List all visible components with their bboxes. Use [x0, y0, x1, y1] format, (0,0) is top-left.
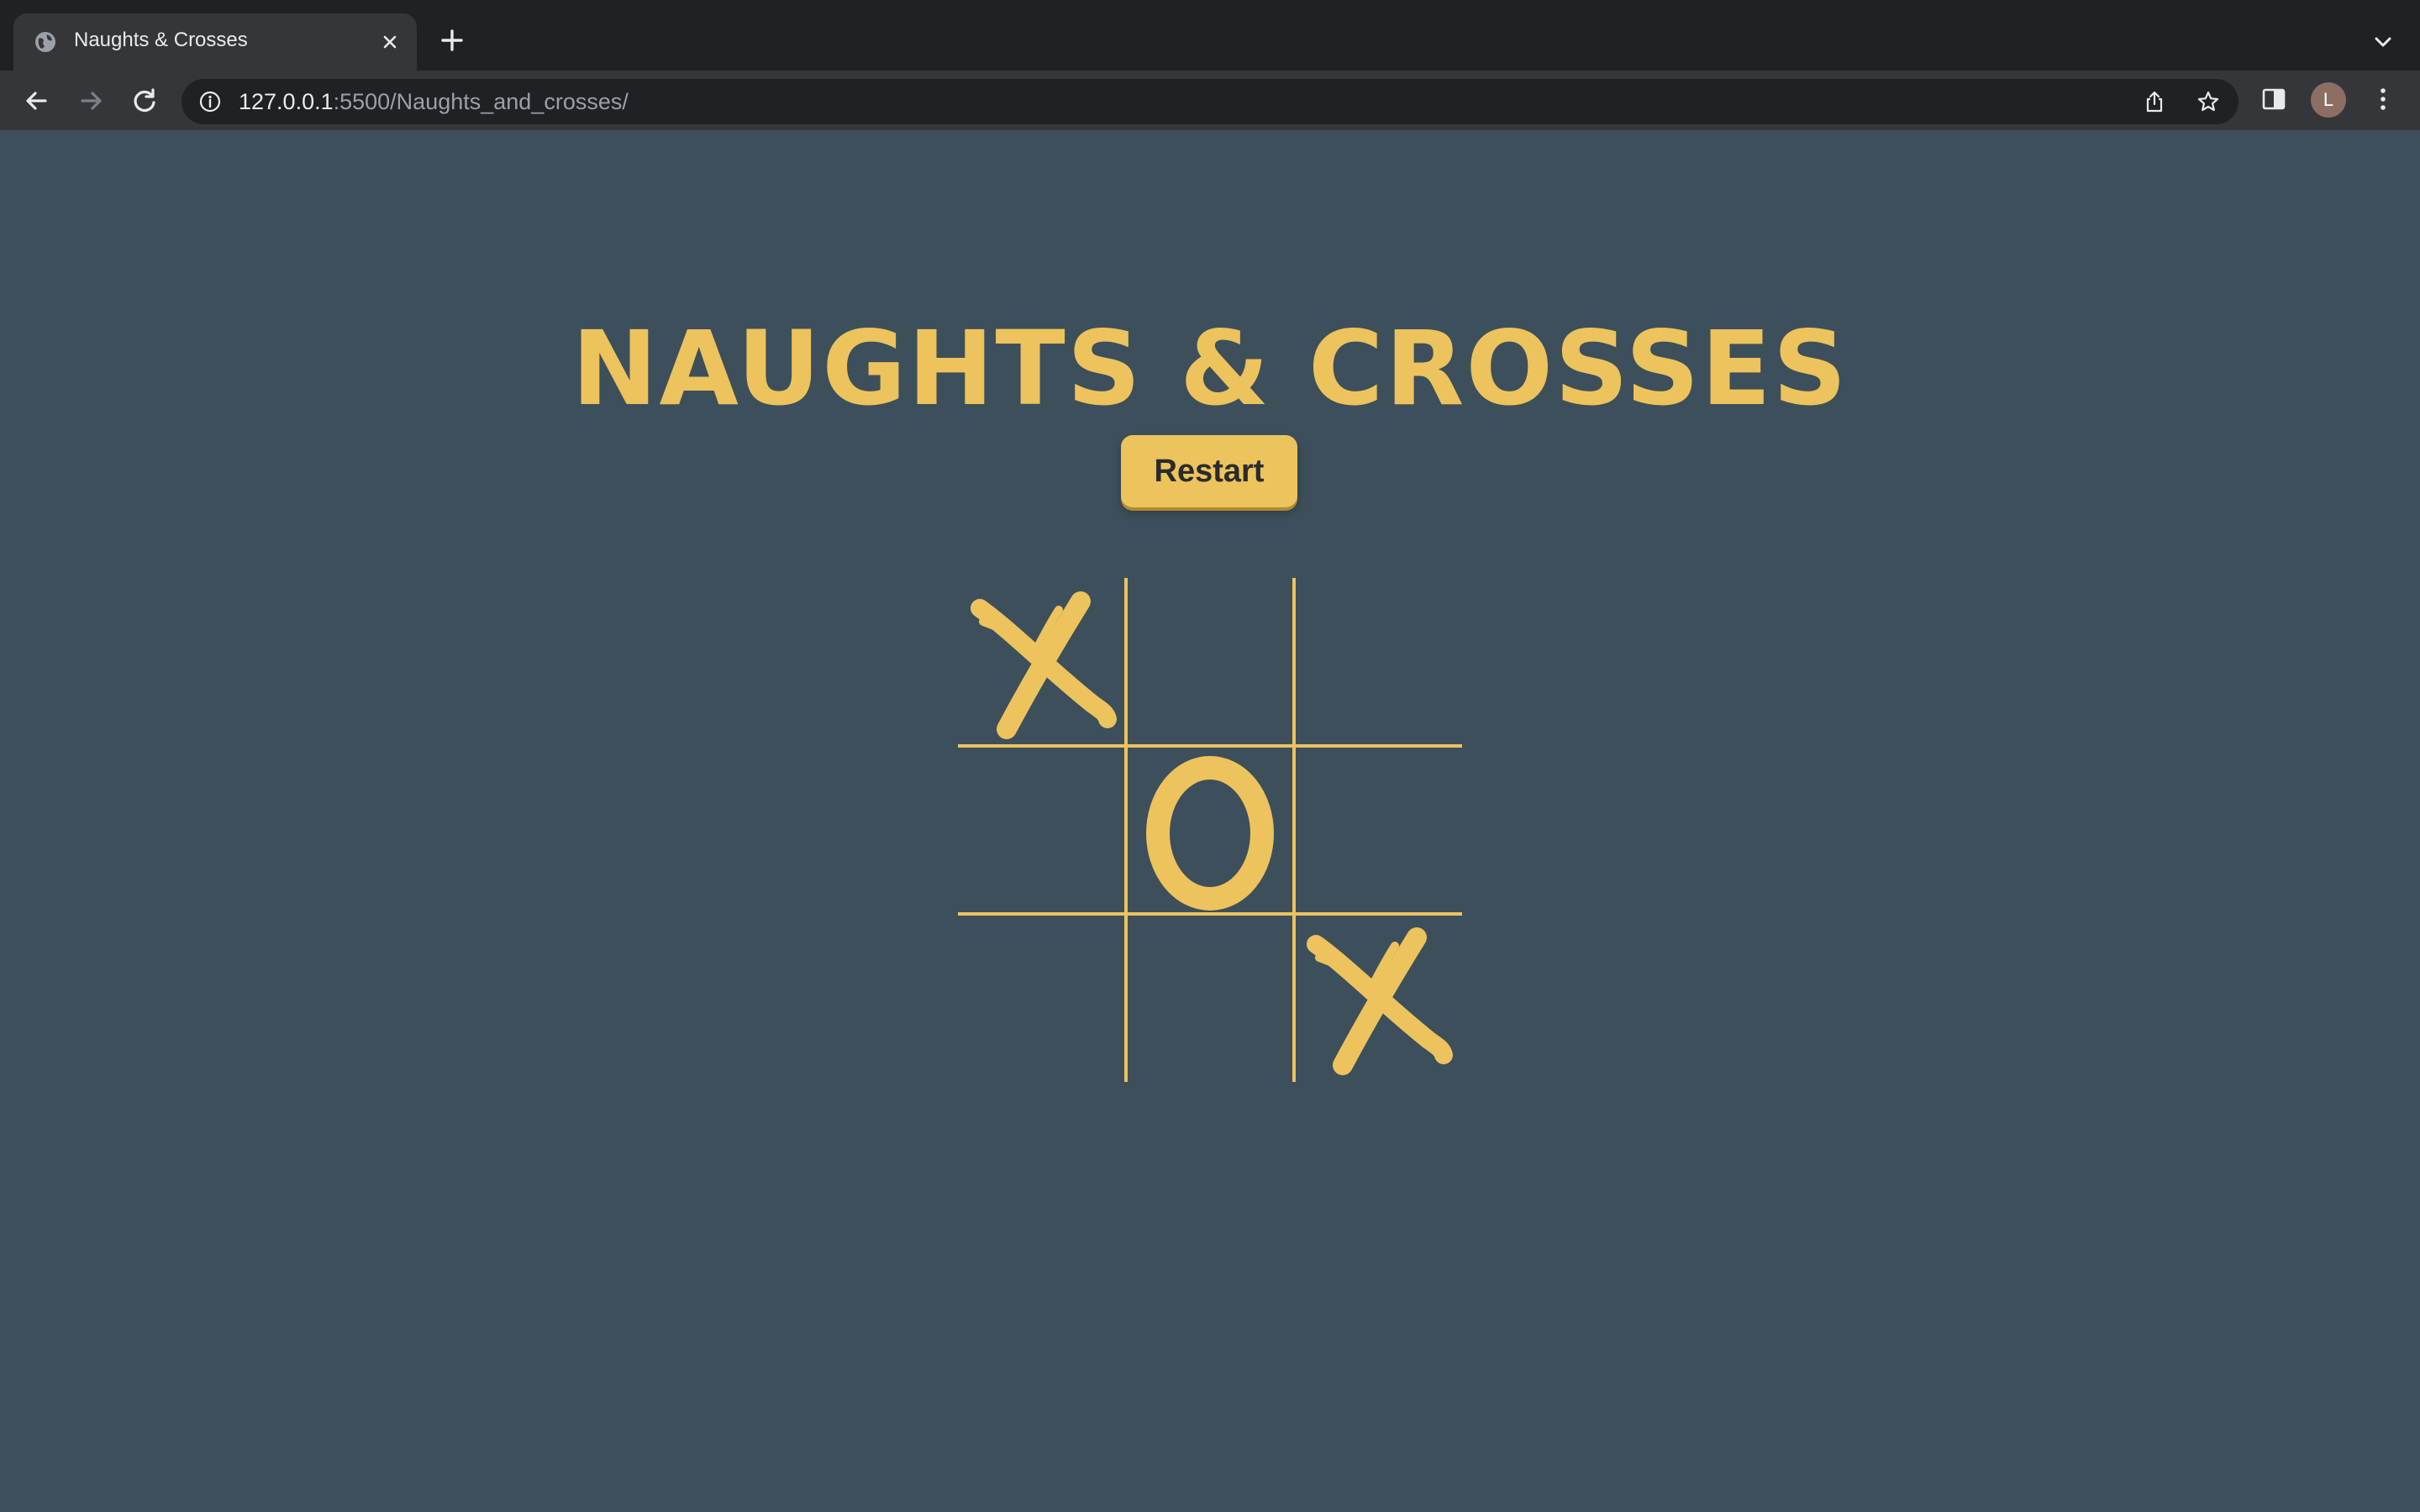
board-cell[interactable] [1126, 746, 1294, 914]
url-host: 127.0.0.1 [239, 89, 334, 114]
url-path: :5500/Naughts_and_crosses/ [333, 89, 629, 114]
board-cell[interactable] [1126, 914, 1294, 1082]
cross-mark [971, 591, 1117, 739]
naught-mark [1146, 756, 1274, 911]
restart-button[interactable]: Restart [1121, 435, 1297, 507]
star-icon[interactable] [2196, 90, 2220, 113]
cross-mark [1307, 927, 1453, 1075]
board-cell[interactable] [958, 914, 1126, 1082]
tab-title: Naughts & Crosses [74, 29, 248, 51]
share-icon[interactable] [2143, 90, 2166, 113]
kebab-menu-icon[interactable] [2368, 84, 2398, 114]
board-cell[interactable] [1294, 914, 1462, 1082]
page-title: NAUGHTS & CROSSES [571, 309, 1849, 428]
board-cell[interactable] [1294, 746, 1462, 914]
plus-icon[interactable] [437, 25, 467, 55]
board-cell[interactable] [1294, 578, 1462, 746]
avatar[interactable]: L [2311, 82, 2346, 118]
board-cell[interactable] [958, 746, 1126, 914]
reload-icon[interactable] [128, 84, 161, 118]
tab-strip: Naughts & Crosses [0, 0, 2420, 71]
browser-tab[interactable]: Naughts & Crosses [13, 13, 417, 71]
arrow-right-icon[interactable] [74, 84, 108, 118]
info-icon[interactable] [198, 90, 222, 113]
board-cell[interactable] [958, 578, 1126, 746]
chevron-down-icon[interactable] [2370, 29, 2396, 55]
address-bar[interactable]: 127.0.0.1:5500/Naughts_and_crosses/ [182, 79, 2238, 124]
side-panel-icon[interactable] [2259, 84, 2289, 114]
globe-icon [34, 30, 57, 54]
browser-chrome: Naughts & Crosses 127.0.0.1:5500/Naughts… [0, 0, 2420, 131]
arrow-left-icon[interactable] [20, 84, 54, 118]
close-icon[interactable] [376, 29, 403, 55]
url-text: 127.0.0.1:5500/Naughts_and_crosses/ [239, 89, 629, 115]
game-board [958, 578, 1462, 1082]
board-cell[interactable] [1126, 578, 1294, 746]
